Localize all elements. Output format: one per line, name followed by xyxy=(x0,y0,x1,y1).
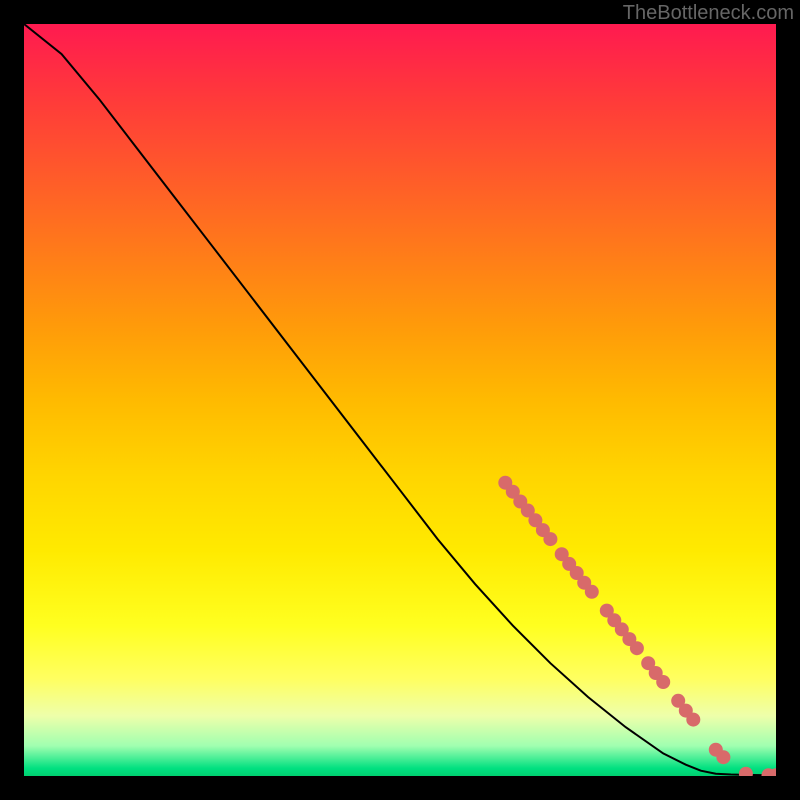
chart-background-gradient xyxy=(24,24,776,776)
watermark-text: TheBottleneck.com xyxy=(623,2,794,25)
